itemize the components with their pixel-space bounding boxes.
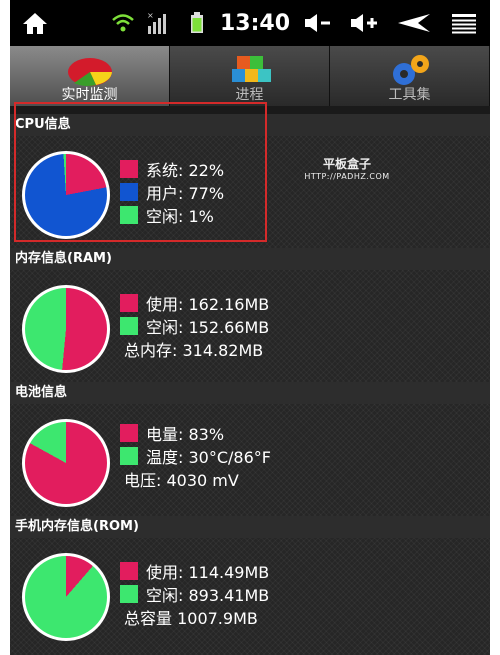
tab-label: 实时监测 [61, 87, 118, 103]
legend-item: 使用: 162.16MB [120, 291, 269, 314]
highlight-box [14, 102, 267, 242]
battery-voltage: 电压: 4030 mV [124, 470, 239, 490]
legend-item: 空闲: 152.66MB [120, 314, 269, 337]
legend-swatch [120, 584, 138, 603]
rom-total: 总容量 1007.9MB [124, 608, 258, 628]
ram-section: 使用: 162.16MB 空闲: 152.66MB 总内存: 314.82MB [10, 270, 490, 382]
menu-icon[interactable] [446, 0, 482, 46]
legend-item: 电量: 83% [120, 421, 271, 444]
signal-icon: × [142, 0, 172, 46]
volume-up-icon[interactable] [346, 0, 382, 46]
battery-section: 电量: 83% 温度: 30°C/86°F 电压: 4030 mV [10, 404, 490, 516]
status-bar: × 13:40 [10, 0, 490, 46]
tab-processes[interactable]: 进程 [170, 46, 330, 106]
cubes-icon [170, 52, 329, 88]
legend-label: 使用: 162.16MB [146, 294, 270, 314]
legend-label: 电量: 83% [146, 424, 225, 444]
tab-bar: 实时监测 进程 工具集 [10, 46, 490, 106]
rom-pie-chart [22, 553, 110, 641]
rom-legend: 使用: 114.49MB 空闲: 893.41MB 总容量 1007.9MB [120, 559, 269, 628]
ram-total: 总内存: 314.82MB [124, 340, 264, 360]
legend-label: 空闲: 152.66MB [146, 317, 270, 337]
watermark: 平板盒子 HTTP://PADHZ.COM [292, 155, 402, 181]
wifi-icon [108, 0, 138, 46]
home-icon[interactable] [18, 0, 52, 46]
tab-toolset[interactable]: 工具集 [330, 46, 490, 106]
watermark-url: HTTP://PADHZ.COM [304, 172, 390, 181]
ram-section-title: 内存信息(RAM) [10, 248, 490, 270]
legend-swatch [120, 316, 138, 335]
volume-down-icon[interactable] [300, 0, 336, 46]
pie-chart-icon [10, 52, 169, 88]
legend-swatch [120, 423, 138, 442]
legend-item: 使用: 114.49MB [120, 559, 269, 582]
tab-label: 进程 [235, 87, 264, 103]
legend-item: 温度: 30°C/86°F [120, 444, 271, 467]
legend-item: 空闲: 893.41MB [120, 582, 269, 605]
ram-legend: 使用: 162.16MB 空闲: 152.66MB 总内存: 314.82MB [120, 291, 269, 360]
battery-icon [186, 0, 208, 46]
rom-section-title: 手机内存信息(ROM) [10, 516, 490, 538]
gears-icon [330, 52, 489, 88]
legend-label: 温度: 30°C/86°F [146, 447, 271, 467]
legend-label: 空闲: 893.41MB [146, 585, 270, 605]
clock: 13:40 [219, 10, 291, 36]
app-screen: × 13:40 实时监测 进程 工具集 CPU信息 系统: 22% 用户: 77… [10, 0, 490, 655]
rom-section: 使用: 114.49MB 空闲: 893.41MB 总容量 1007.9MB [10, 538, 490, 655]
battery-section-title: 电池信息 [10, 382, 490, 404]
tab-realtime-monitor[interactable]: 实时监测 [10, 46, 170, 106]
legend-swatch [120, 293, 138, 312]
tab-label: 工具集 [388, 87, 431, 103]
legend-label: 使用: 114.49MB [146, 562, 270, 582]
battery-legend: 电量: 83% 温度: 30°C/86°F 电压: 4030 mV [120, 421, 271, 490]
legend-swatch [120, 561, 138, 580]
battery-pie-chart [22, 419, 110, 507]
watermark-title: 平板盒子 [322, 157, 371, 171]
legend-swatch [120, 446, 138, 465]
svg-text:×: × [147, 11, 154, 20]
ram-pie-chart [22, 285, 110, 373]
back-icon[interactable] [394, 0, 434, 46]
